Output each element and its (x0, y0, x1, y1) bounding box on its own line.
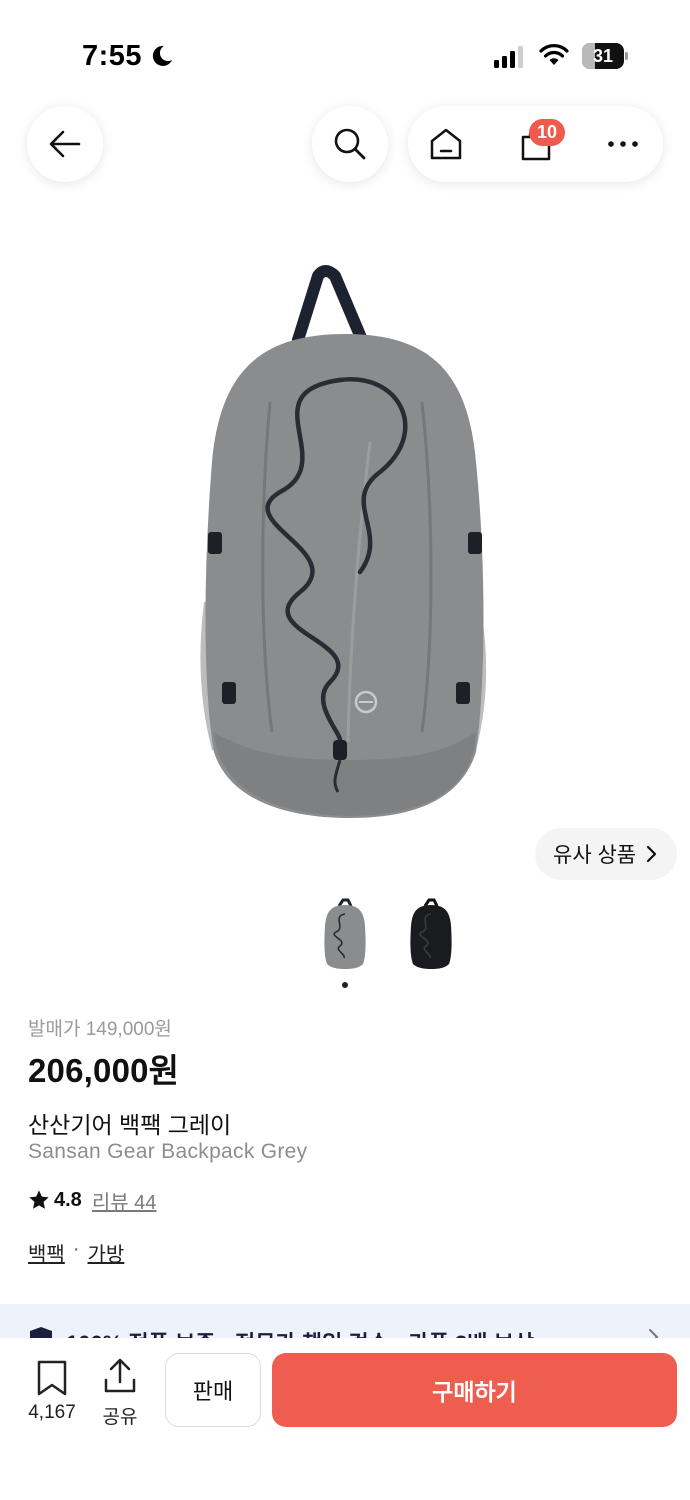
bookmark-icon (37, 1360, 67, 1396)
current-price: 206,000원 (28, 1052, 180, 1089)
category-link-bag[interactable]: 가방 (87, 1238, 124, 1267)
home-button[interactable] (411, 106, 481, 182)
bookmark-button[interactable]: 4,167 (22, 1358, 82, 1428)
sell-button-label: 판매 (192, 1379, 234, 1404)
category-link-backpack[interactable]: 백팩 (28, 1238, 65, 1267)
more-button[interactable] (588, 106, 658, 182)
thumbnail-grey[interactable] (318, 898, 372, 970)
similar-products-label: 유사 상품 (553, 844, 637, 867)
wifi-icon (539, 44, 569, 65)
nav-actions-group: 10 (408, 106, 663, 182)
battery-percentage: 31 (592, 46, 614, 66)
arrow-left-icon (49, 130, 81, 158)
star-icon (29, 1190, 49, 1209)
product-image[interactable] (190, 262, 500, 832)
status-bar: 7:55 31 (0, 0, 690, 110)
buy-button[interactable]: 구매하기 (272, 1353, 677, 1427)
share-button[interactable]: 공유 (96, 1358, 144, 1428)
battery-indicator: 31 (582, 43, 628, 69)
similar-products-button[interactable]: 유사 상품 (535, 828, 677, 880)
share-icon (104, 1358, 136, 1393)
buy-button-label: 구매하기 (432, 1379, 517, 1405)
thumbnail-black[interactable] (404, 898, 458, 970)
home-icon (430, 128, 462, 160)
search-icon (334, 128, 366, 160)
more-horizontal-icon (608, 141, 638, 147)
share-label: 공유 (102, 1407, 138, 1428)
product-name-english: Sansan Gear Backpack Grey (28, 1140, 308, 1163)
category-separator: · (72, 1238, 80, 1260)
review-count-link[interactable]: 리뷰 44 (92, 1186, 157, 1215)
product-name-korean: 산산기어 백팩 그레이 (28, 1112, 232, 1138)
rating-row: 4.8 리뷰 44 (28, 1186, 156, 1214)
back-button[interactable] (27, 106, 103, 182)
bookmark-count: 4,167 (28, 1402, 76, 1423)
chevron-right-icon (647, 845, 657, 863)
rating-value: 4.8 (54, 1188, 82, 1211)
search-button[interactable] (312, 106, 388, 182)
thumbnail-strip (318, 898, 458, 978)
carousel-dot-indicator (342, 982, 348, 988)
bottom-action-bar: 4,167 공유 판매 구매하기 (0, 1338, 690, 1500)
status-time: 7:55 (82, 40, 143, 72)
sell-button[interactable]: 판매 (165, 1353, 261, 1427)
category-breadcrumb: 백팩 · 가방 (28, 1238, 124, 1267)
cellular-signal-icon (494, 46, 523, 68)
release-price: 발매가 149,000원 (28, 1019, 172, 1040)
moon-icon (152, 45, 172, 66)
cart-count-badge: 10 (529, 119, 565, 146)
